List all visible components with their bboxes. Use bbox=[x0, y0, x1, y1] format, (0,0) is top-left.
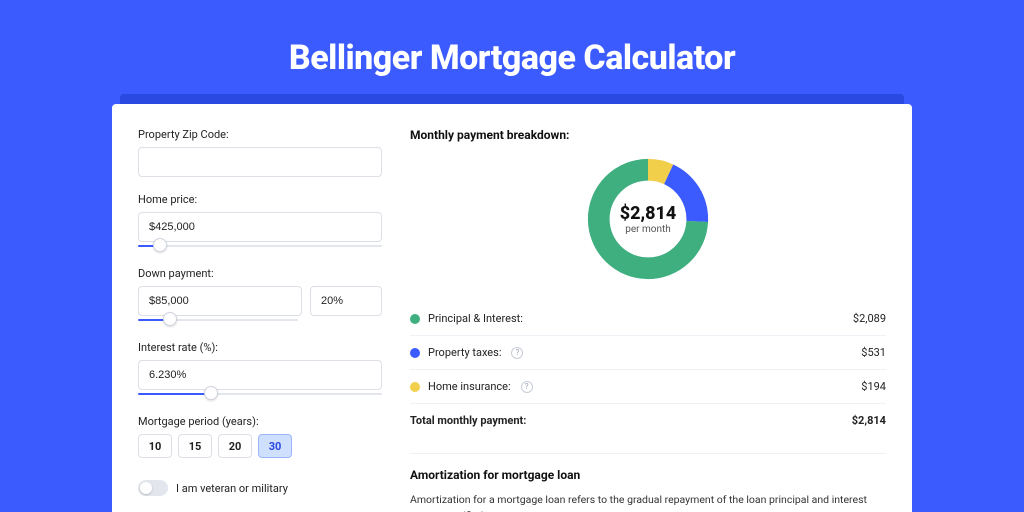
price-input[interactable] bbox=[138, 212, 382, 242]
breakdown-total: Total monthly payment: $2,814 bbox=[410, 403, 886, 437]
donut-wrap: $2,814 per month bbox=[410, 154, 886, 284]
rate-label: Interest rate (%): bbox=[138, 341, 382, 354]
donut-sublabel: per month bbox=[625, 224, 671, 235]
hero: Bellinger Mortgage Calculator bbox=[0, 0, 1024, 104]
breakdown-label: Property taxes: bbox=[428, 346, 501, 359]
total-label: Total monthly payment: bbox=[410, 414, 526, 427]
breakdown-panel: Monthly payment breakdown: $2,814 per mo… bbox=[410, 128, 886, 512]
field-price: Home price: bbox=[138, 193, 382, 251]
breakdown-line: Home insurance:? $194 bbox=[410, 369, 886, 403]
legend-dot bbox=[410, 314, 420, 324]
period-label: Mortgage period (years): bbox=[138, 415, 382, 428]
help-icon[interactable]: ? bbox=[511, 347, 523, 359]
period-buttons: 10152030 bbox=[138, 434, 382, 458]
rate-input[interactable] bbox=[138, 360, 382, 390]
down-amount-input[interactable] bbox=[138, 286, 302, 316]
field-zip: Property Zip Code: bbox=[138, 128, 382, 177]
toggle-knob bbox=[140, 482, 152, 494]
period-btn-30[interactable]: 30 bbox=[258, 434, 292, 458]
breakdown-line: Property taxes:? $531 bbox=[410, 335, 886, 369]
help-icon[interactable]: ? bbox=[521, 381, 533, 393]
breakdown-value: $2,089 bbox=[853, 312, 886, 325]
veteran-toggle[interactable] bbox=[138, 480, 168, 496]
donut-center: $2,814 per month bbox=[583, 154, 713, 284]
page-title: Bellinger Mortgage Calculator bbox=[0, 38, 1024, 78]
field-period: Mortgage period (years): 10152030 bbox=[138, 415, 382, 458]
amort-title: Amortization for mortgage loan bbox=[410, 468, 886, 482]
breakdown-value: $531 bbox=[861, 346, 886, 359]
form-panel: Property Zip Code: Home price: Down paym… bbox=[138, 128, 382, 512]
down-pct-input[interactable] bbox=[310, 286, 382, 316]
rate-slider[interactable] bbox=[138, 389, 382, 399]
legend-dot bbox=[410, 348, 420, 358]
veteran-row: I am veteran or military bbox=[138, 480, 382, 496]
calculator-card: Property Zip Code: Home price: Down paym… bbox=[112, 104, 912, 512]
breakdown-title: Monthly payment breakdown: bbox=[410, 128, 886, 142]
down-slider[interactable] bbox=[138, 315, 298, 325]
legend-dot bbox=[410, 382, 420, 392]
amortization-section: Amortization for mortgage loan Amortizat… bbox=[410, 453, 886, 512]
period-btn-20[interactable]: 20 bbox=[218, 434, 252, 458]
period-btn-10[interactable]: 10 bbox=[138, 434, 172, 458]
breakdown-label: Home insurance: bbox=[428, 380, 511, 393]
donut-amount: $2,814 bbox=[620, 203, 677, 224]
price-label: Home price: bbox=[138, 193, 382, 206]
total-value: $2,814 bbox=[852, 414, 886, 427]
breakdown-line: Principal & Interest: $2,089 bbox=[410, 302, 886, 335]
breakdown-lines: Principal & Interest: $2,089 Property taxe… bbox=[410, 302, 886, 437]
amort-text: Amortization for a mortgage loan refers … bbox=[410, 492, 886, 512]
field-rate: Interest rate (%): bbox=[138, 341, 382, 399]
veteran-label: I am veteran or military bbox=[176, 482, 288, 495]
zip-label: Property Zip Code: bbox=[138, 128, 382, 141]
down-label: Down payment: bbox=[138, 267, 382, 280]
card-stage: Property Zip Code: Home price: Down paym… bbox=[112, 104, 912, 512]
price-slider[interactable] bbox=[138, 241, 382, 251]
period-btn-15[interactable]: 15 bbox=[178, 434, 212, 458]
breakdown-value: $194 bbox=[861, 380, 886, 393]
zip-input[interactable] bbox=[138, 147, 382, 177]
donut-chart: $2,814 per month bbox=[583, 154, 713, 284]
field-down: Down payment: bbox=[138, 267, 382, 325]
breakdown-label: Principal & Interest: bbox=[428, 312, 523, 325]
